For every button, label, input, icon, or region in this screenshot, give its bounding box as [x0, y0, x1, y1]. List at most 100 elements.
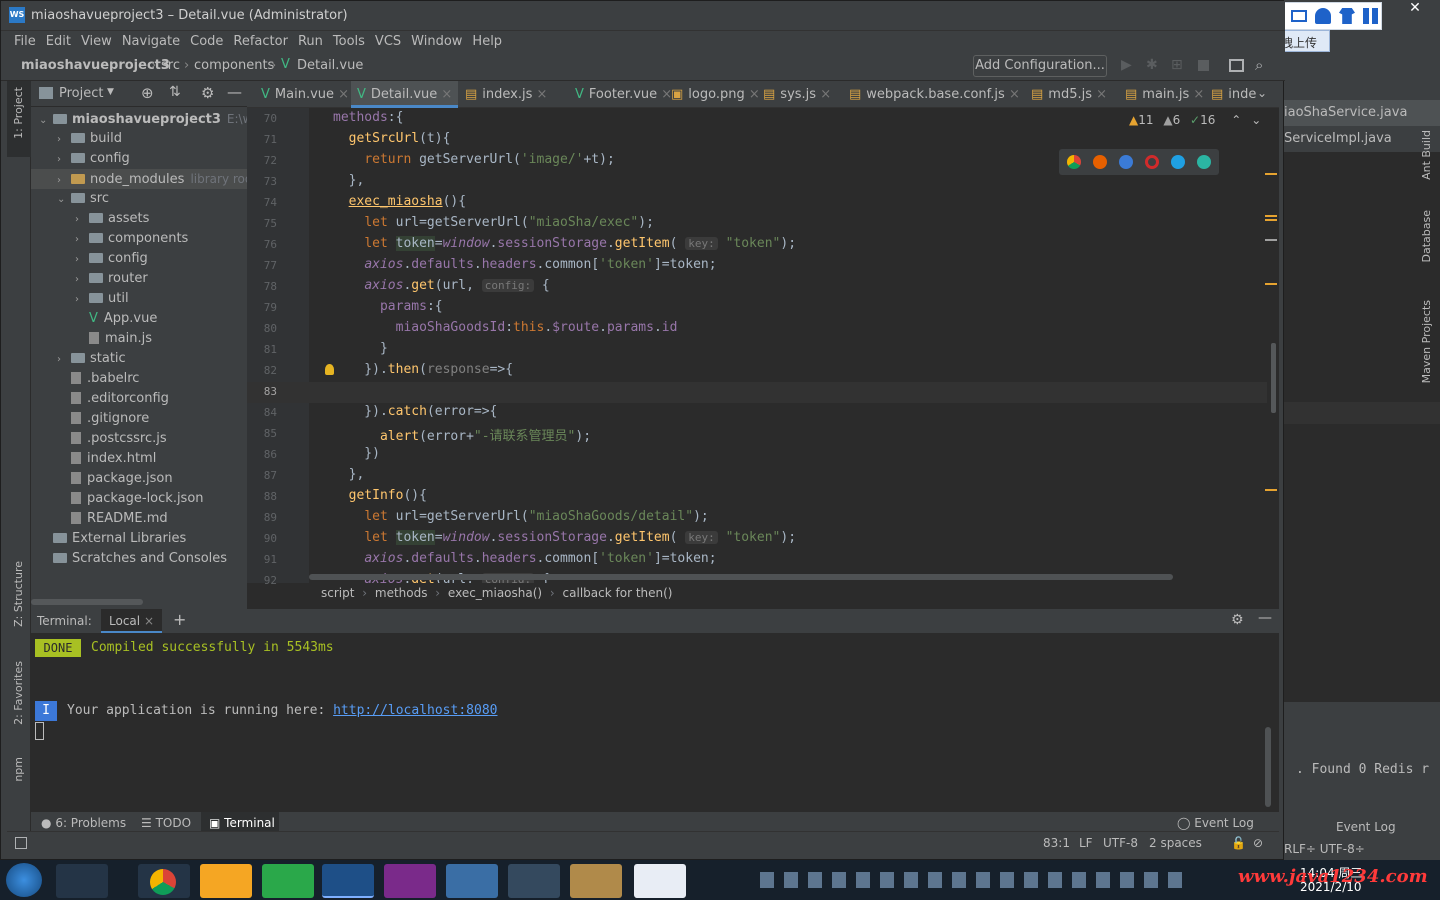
tree-item-src[interactable]: ⌄ src: [31, 189, 247, 209]
menu-navigate[interactable]: Navigate: [122, 34, 180, 49]
editor-breadcrumb-item[interactable]: methods: [375, 586, 428, 600]
close-tab-icon[interactable]: ×: [532, 87, 548, 102]
lock-icon[interactable]: 🔓: [1231, 836, 1246, 850]
tree-item-miaoshavueproject3[interactable]: ⌄ miaoshavueproject3 E:\work: [31, 109, 247, 129]
tree-item-app-vue[interactable]: V App.vue: [31, 309, 247, 329]
grid-menu-icon[interactable]: [1363, 8, 1379, 24]
editor-breadcrumb-item[interactable]: exec_miaosha(): [448, 586, 542, 600]
bg-close-button[interactable]: ✕: [1390, 0, 1440, 18]
add-configuration-button[interactable]: Add Configuration...: [973, 55, 1107, 77]
tree-item-package-lock-json[interactable]: package-lock.json: [31, 489, 247, 509]
editor-breadcrumb-item[interactable]: callback for then(): [563, 586, 673, 600]
tree-item-components[interactable]: › components: [31, 229, 247, 249]
tool-favorites[interactable]: 2: Favorites: [12, 661, 25, 725]
menu-run[interactable]: Run: [298, 34, 323, 49]
tab-terminal-local[interactable]: Local ×: [101, 609, 162, 633]
chevron-right-icon[interactable]: ›: [57, 171, 71, 191]
taskbar-app-pinwheel-icon[interactable]: [56, 864, 108, 898]
close-tab-icon[interactable]: ×: [1189, 87, 1204, 102]
search-everywhere-icon[interactable]: ⌕: [1255, 56, 1263, 74]
tab-terminal[interactable]: ▣ Terminal: [209, 816, 275, 830]
close-tab-icon[interactable]: ×: [437, 87, 452, 102]
right-tool-database[interactable]: Database: [1420, 210, 1433, 263]
tree-item-babelrc[interactable]: .babelrc: [31, 369, 247, 389]
hide-panel-icon[interactable]: —: [227, 83, 242, 101]
tab-md5-js[interactable]: ▤ md5.js ×: [1025, 81, 1113, 108]
tool-structure[interactable]: Z: Structure: [12, 561, 25, 627]
file-encoding[interactable]: UTF-8: [1103, 836, 1138, 850]
new-terminal-icon[interactable]: +: [173, 610, 186, 629]
tool-project[interactable]: 1: Project: [12, 87, 25, 139]
chevron-right-icon[interactable]: ›: [57, 130, 71, 150]
tree-item-assets[interactable]: › assets: [31, 209, 247, 229]
taskbar-app-icon[interactable]: [446, 864, 498, 898]
project-structure-icon[interactable]: [1229, 59, 1244, 72]
tree-item-node-modules[interactable]: › node_modules library root: [31, 169, 247, 189]
stop-icon[interactable]: [1198, 60, 1209, 71]
collapse-all-icon[interactable]: ⇅: [169, 84, 181, 100]
menu-edit[interactable]: Edit: [46, 34, 71, 49]
tree-item-gitignore[interactable]: .gitignore: [31, 409, 247, 429]
menu-tools[interactable]: Tools: [333, 34, 365, 49]
tab-footer-vue[interactable]: V Footer.vue ×: [569, 81, 678, 108]
close-tab-icon[interactable]: ×: [334, 87, 349, 102]
bg-event-log[interactable]: Event Log: [1336, 820, 1396, 834]
tool-window-toggle-icon[interactable]: [15, 837, 27, 849]
user-icon[interactable]: [1315, 8, 1331, 24]
error-stripe[interactable]: [1263, 111, 1279, 581]
gear-icon[interactable]: ⚙: [201, 84, 214, 102]
intention-bulb-icon[interactable]: [325, 364, 334, 375]
chevron-right-icon[interactable]: ›: [57, 150, 71, 170]
local-url-link[interactable]: http://localhost:8080: [333, 703, 497, 718]
taskbar-qq-browser-icon[interactable]: [200, 864, 252, 898]
tree-item-scratches-and-consoles[interactable]: Scratches and Consoles: [31, 549, 247, 569]
horizontal-scrollbar[interactable]: [309, 574, 1173, 580]
system-tray-icons[interactable]: [760, 872, 1190, 888]
debug-icon[interactable]: ✱: [1146, 57, 1158, 73]
menu-help[interactable]: Help: [472, 34, 502, 49]
chevron-right-icon[interactable]: ›: [75, 290, 89, 310]
right-tool-maven[interactable]: Maven Projects: [1420, 300, 1433, 383]
tab-problems[interactable]: ● 6: Problems: [41, 816, 126, 830]
tree-item-main-js[interactable]: main.js: [31, 329, 247, 349]
tab-index-js[interactable]: ▤ index.js ×: [459, 81, 553, 108]
tab-inde[interactable]: ▤ inde: [1205, 81, 1262, 108]
tab-webpack-base-conf-js[interactable]: ▤ webpack.base.conf.js ×: [843, 81, 1026, 108]
chevron-right-icon[interactable]: ›: [57, 350, 71, 370]
chevron-down-icon[interactable]: ⌄: [57, 190, 71, 210]
menu-code[interactable]: Code: [190, 34, 223, 49]
tree-item-readme-md[interactable]: README.md: [31, 509, 247, 529]
tree-item-util[interactable]: › util: [31, 289, 247, 309]
right-tool-ant[interactable]: Ant Build: [1420, 130, 1433, 180]
tool-npm[interactable]: npm: [12, 757, 25, 782]
chevron-right-icon[interactable]: ›: [75, 210, 89, 230]
tree-item-config[interactable]: › config: [31, 249, 247, 269]
hide-terminal-icon[interactable]: —: [1258, 610, 1272, 626]
tree-item-config[interactable]: › config: [31, 149, 247, 169]
tab-todo[interactable]: ☰ TODO: [141, 816, 191, 830]
event-log-status-icon[interactable]: ⊘: [1253, 836, 1263, 850]
code-text[interactable]: methods:{ getSrcUrl(t){ return getServer…: [247, 108, 1267, 583]
line-separator[interactable]: LF: [1079, 836, 1093, 850]
chevron-right-icon[interactable]: ›: [75, 270, 89, 290]
project-view-selector[interactable]: Project: [59, 86, 103, 101]
tree-item-router[interactable]: › router: [31, 269, 247, 289]
tab-sys-js[interactable]: ▤ sys.js ×: [757, 81, 837, 108]
menu-vcs[interactable]: VCS: [375, 34, 401, 49]
chevron-down-icon[interactable]: ▼: [107, 87, 114, 97]
close-tab-icon[interactable]: ×: [1092, 87, 1107, 102]
taskbar-app2-icon[interactable]: [508, 864, 560, 898]
tree-scrollbar[interactable]: [31, 599, 143, 605]
tabs-menu-chevron-icon[interactable]: ⌄: [1257, 86, 1267, 100]
breadcrumb-file[interactable]: Detail.vue: [297, 58, 363, 73]
tree-item-index-html[interactable]: index.html: [31, 449, 247, 469]
close-icon[interactable]: ×: [144, 614, 154, 628]
indent-setting[interactable]: 2 spaces: [1149, 836, 1202, 850]
keyboard-icon[interactable]: [1291, 10, 1307, 22]
breadcrumb-project[interactable]: miaoshavueproject3: [21, 58, 170, 73]
chevron-down-icon[interactable]: ⌄: [39, 111, 53, 131]
taskbar-wechat-icon[interactable]: [262, 864, 314, 898]
menu-file[interactable]: File: [14, 34, 36, 49]
breadcrumb-src[interactable]: src: [161, 58, 180, 73]
bg-tab-service[interactable]: iaoShaService.java: [1280, 100, 1440, 126]
